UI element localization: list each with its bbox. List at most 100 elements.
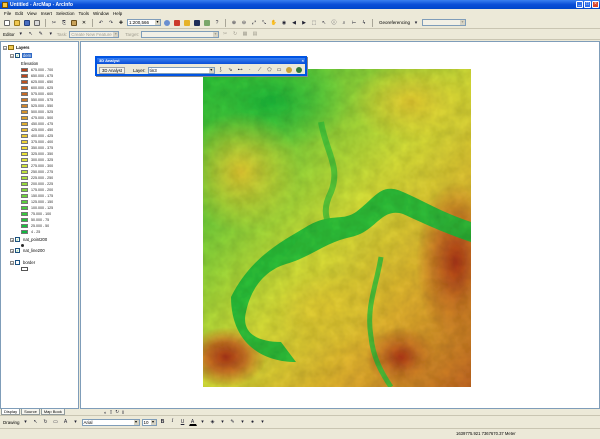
map-view[interactable] <box>80 41 600 409</box>
help-icon[interactable]: ? <box>213 19 221 27</box>
open-icon[interactable] <box>13 19 21 27</box>
collapse-icon[interactable]: − <box>10 260 14 265</box>
menu-edit[interactable]: Edit <box>15 11 23 16</box>
create-profile-icon[interactable]: ▭ <box>275 66 283 74</box>
rotate-tool-icon[interactable]: ↻ <box>231 30 239 38</box>
layer-name[interactable]: dem <box>22 53 33 58</box>
interpolate-point-icon[interactable]: · <box>246 66 254 74</box>
cut-icon[interactable]: ✂ <box>50 19 58 27</box>
fill-color-icon[interactable]: ◈ <box>209 418 217 426</box>
text-icon[interactable]: A <box>62 418 70 426</box>
interpolate-line-icon[interactable]: ⟋ <box>256 66 264 74</box>
redo-icon[interactable]: ↷ <box>107 19 115 27</box>
layer-name[interactable]: border <box>22 260 36 265</box>
layer-visibility-checkbox[interactable] <box>15 260 20 265</box>
drawing-menu[interactable]: Drawing <box>3 420 20 425</box>
menu-tools[interactable]: Tools <box>79 11 90 16</box>
split-tool-icon[interactable]: ✂ <box>221 30 229 38</box>
expand-icon[interactable]: + <box>10 248 14 253</box>
editor-toolbar-icon[interactable] <box>163 19 171 27</box>
data-view-icon[interactable]: ◐ <box>104 410 107 415</box>
pan-icon[interactable]: ✋ <box>270 19 278 27</box>
3d-analyst-toolbar[interactable]: 3D Analyst × 3D Analyst Layer: tin3 ⟆ ⇘ … <box>95 56 307 76</box>
measure-icon[interactable]: ⊢ <box>350 19 358 27</box>
layer-name[interactable]: nat_point200 <box>22 237 48 242</box>
underline-button[interactable]: U <box>179 418 187 426</box>
collapse-icon[interactable]: − <box>3 45 7 50</box>
toc-layer-border[interactable]: − border <box>10 260 36 265</box>
bold-button[interactable]: B <box>159 418 167 426</box>
toc-layers-root[interactable]: − Layers <box>3 45 30 50</box>
maximize-button[interactable]: □ <box>584 1 591 8</box>
sketch-dropdown-icon[interactable]: ▾ <box>47 30 55 38</box>
text-dropdown-icon[interactable]: ▾ <box>72 418 80 426</box>
menu-selection[interactable]: Selection <box>56 11 75 16</box>
font-combo[interactable]: Arial <box>81 418 140 426</box>
add-data-icon[interactable]: ✚ <box>117 19 125 27</box>
command-line-icon[interactable] <box>193 19 201 27</box>
georeferencing-dropdown-icon[interactable]: ▾ <box>412 19 420 27</box>
marker-color-icon[interactable]: ● <box>249 418 257 426</box>
new-document-icon[interactable] <box>3 19 11 27</box>
fixed-zoom-in-icon[interactable]: ⤢ <box>250 19 258 27</box>
pause-drawing-icon[interactable]: ‖ <box>122 410 124 415</box>
attributes-icon[interactable]: ▦ <box>241 30 249 38</box>
close-icon[interactable]: × <box>302 58 304 64</box>
back-extent-icon[interactable]: ◀ <box>290 19 298 27</box>
find-icon[interactable]: ⌕ <box>340 19 348 27</box>
contour-tool-icon[interactable]: ⟆ <box>217 66 225 74</box>
task-combo[interactable]: Create New Feature <box>69 30 120 38</box>
arctoolbox-icon[interactable] <box>173 19 181 27</box>
layer-visibility-checkbox[interactable]: ✓ <box>15 248 20 253</box>
rotate-icon[interactable]: ↻ <box>42 418 50 426</box>
georeferencing-label[interactable]: Georeferencing <box>379 20 410 25</box>
3d-analyst-titlebar[interactable]: 3D Analyst × <box>97 58 305 64</box>
layer-name[interactable]: nat_line200 <box>22 248 46 253</box>
delete-icon[interactable]: ✕ <box>80 19 88 27</box>
collapse-icon[interactable]: − <box>10 53 14 58</box>
menu-help[interactable]: Help <box>113 11 122 16</box>
expand-icon[interactable]: + <box>10 237 14 242</box>
forward-extent-icon[interactable]: ▶ <box>300 19 308 27</box>
layer-visibility-checkbox[interactable]: ✓ <box>15 53 20 58</box>
fill-color-dropdown-icon[interactable]: ▾ <box>219 418 227 426</box>
sketch-properties-icon[interactable]: ▤ <box>251 30 259 38</box>
hyperlink-icon[interactable]: ϟ <box>360 19 368 27</box>
arcglobe-icon[interactable] <box>295 66 303 74</box>
model-builder-icon[interactable] <box>203 19 211 27</box>
close-button[interactable]: × <box>592 1 599 8</box>
copy-icon[interactable]: ⎘ <box>60 19 68 27</box>
toc-layer-nat-point200[interactable]: + ✓ nat_point200 <box>10 237 48 242</box>
toc-layer-dem[interactable]: − ✓ dem <box>10 53 33 58</box>
arccatalog-icon[interactable] <box>183 19 191 27</box>
select-elements-icon[interactable]: ↖ <box>32 418 40 426</box>
zoom-out-icon[interactable]: ⊖ <box>240 19 248 27</box>
line-color-icon[interactable]: ✎ <box>229 418 237 426</box>
select-elements-icon[interactable]: ↖ <box>320 19 328 27</box>
line-color-dropdown-icon[interactable]: ▾ <box>239 418 247 426</box>
font-color-icon[interactable]: A <box>188 418 197 426</box>
interpolate-polygon-icon[interactable]: ⬠ <box>266 66 274 74</box>
3d-analyst-menu-button[interactable]: 3D Analyst <box>99 66 126 74</box>
target-combo[interactable] <box>141 30 220 38</box>
editor-dropdown-icon[interactable]: ▾ <box>17 30 25 38</box>
fixed-zoom-out-icon[interactable]: ⤡ <box>260 19 268 27</box>
title-bar[interactable]: Untitled - ArcMap - ArcInfo _ □ × <box>0 0 600 9</box>
save-icon[interactable] <box>23 19 31 27</box>
layer-combo[interactable]: tin3 <box>147 66 215 74</box>
identify-icon[interactable]: ⓘ <box>330 19 338 27</box>
marker-color-dropdown-icon[interactable]: ▾ <box>259 418 267 426</box>
steepest-path-icon[interactable]: ⇘ <box>227 66 235 74</box>
undo-icon[interactable]: ↶ <box>97 19 105 27</box>
print-icon[interactable] <box>33 19 41 27</box>
layer-visibility-checkbox[interactable]: ✓ <box>15 237 20 242</box>
font-color-dropdown-icon[interactable]: ▾ <box>199 418 207 426</box>
drawing-dropdown-icon[interactable]: ▾ <box>22 418 30 426</box>
edit-tool-icon[interactable]: ↖ <box>27 30 35 38</box>
arcscene-icon[interactable] <box>285 66 293 74</box>
line-of-sight-icon[interactable]: ⊷ <box>236 66 244 74</box>
editor-menu[interactable]: Editor <box>3 32 15 37</box>
menu-file[interactable]: File <box>4 11 11 16</box>
paste-icon[interactable] <box>70 19 78 27</box>
menu-window[interactable]: Window <box>93 11 109 16</box>
